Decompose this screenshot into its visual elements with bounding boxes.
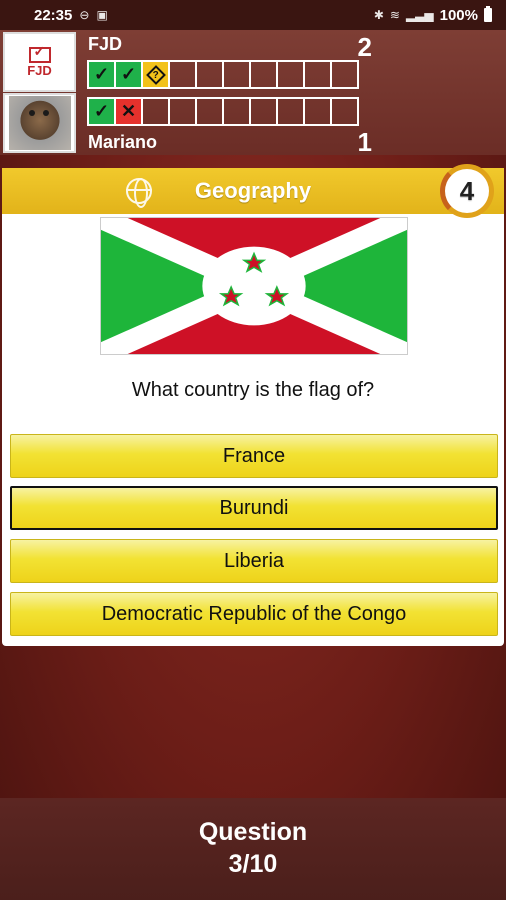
empty-slot — [195, 97, 224, 126]
empty-slot — [330, 97, 359, 126]
empty-slot — [330, 60, 359, 89]
player-name: FJD — [88, 34, 123, 54]
question-card: Geography 4 What country is the flag of?… — [2, 164, 504, 646]
question-counter: 3/10 — [228, 850, 278, 878]
battery-level: 100% — [439, 6, 478, 24]
players-panel: FJD FJD 2 ✓✓? ✓✕ Mariano 1 — [0, 30, 506, 157]
answer-button-selected[interactable]: Burundi — [10, 486, 498, 530]
groot-image — [8, 96, 71, 150]
empty-slot — [195, 60, 224, 89]
category-bar: Geography 4 — [2, 164, 504, 218]
empty-slot — [168, 97, 197, 126]
status-bar: 22:35 ⊖ ▣ ✱ ≋ ▂▃▅ 100% — [0, 0, 506, 30]
status-time: 22:35 — [34, 6, 73, 24]
player-name: Mariano — [88, 132, 158, 152]
empty-slot — [168, 60, 197, 89]
check-icon: ✓ — [114, 60, 143, 89]
empty-slot — [276, 60, 305, 89]
player-score: 2 — [357, 32, 372, 62]
empty-slot — [249, 97, 278, 126]
empty-slot — [303, 60, 332, 89]
answer-button[interactable]: Liberia — [10, 539, 498, 583]
globe-icon — [126, 178, 152, 208]
question-text: What country is the flag of? — [131, 379, 375, 401]
empty-slot — [303, 97, 332, 126]
check-icon: ✓ — [87, 60, 116, 89]
wifi-icon: ≋ — [389, 8, 400, 22]
battery-icon — [484, 6, 492, 22]
empty-slot — [222, 60, 251, 89]
countdown-timer: 4 — [440, 164, 494, 218]
player-row: ✓ ✕ Mariano 1 — [0, 93, 506, 157]
question-label: Question — [198, 818, 308, 846]
fjd-logo-avatar[interactable]: FJD — [3, 32, 76, 92]
player-row: FJD FJD 2 ✓✓? — [0, 32, 506, 92]
check-icon: ✓ — [87, 97, 116, 126]
burundi-flag — [100, 217, 408, 355]
groot-avatar[interactable] — [3, 93, 76, 153]
question-progress: Question 3/10 — [0, 798, 506, 900]
empty-slot — [276, 97, 305, 126]
category-label: Geography — [194, 178, 312, 203]
empty-slot — [141, 97, 170, 126]
answer-button[interactable]: Democratic Republic of the Congo — [10, 592, 498, 636]
empty-slot — [249, 60, 278, 89]
notification-icon: ▣ — [96, 8, 108, 22]
empty-slot — [222, 97, 251, 126]
dnd-icon: ⊖ — [79, 8, 90, 22]
signal-icon: ▂▃▅ — [405, 8, 434, 22]
player-score: 1 — [357, 127, 372, 157]
cross-icon: ✕ — [114, 97, 143, 126]
answer-button[interactable]: France — [10, 434, 498, 478]
results-tracker: ✓ ✕ — [87, 97, 359, 126]
bluetooth-icon: ✱ — [373, 8, 384, 22]
question-mark-icon: ? — [141, 60, 170, 89]
fjd-logo: FJD — [27, 45, 52, 77]
results-tracker: ✓ ✓? — [87, 60, 359, 89]
